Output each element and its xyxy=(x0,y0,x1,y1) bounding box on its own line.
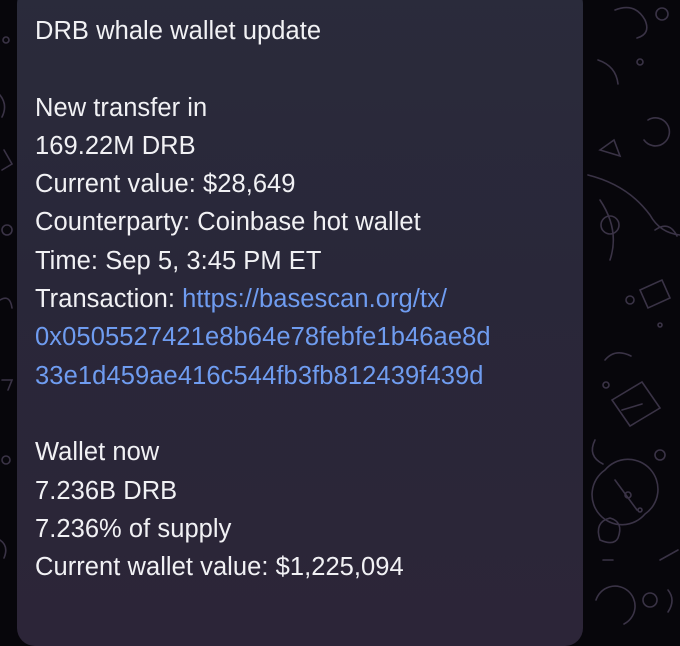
message-bubble: DRB whale wallet update New transfer in … xyxy=(17,0,583,646)
transaction-label: Transaction: xyxy=(35,285,183,314)
transaction-link[interactable]: https://basescan.org/tx/ xyxy=(182,285,447,313)
supply-share: 7.236% of supply xyxy=(35,514,232,543)
transaction-link-hash-part1[interactable]: 0x0505527421e8b64e78febfe1b46ae8d xyxy=(35,318,583,356)
current-value: Current value: $28,649 xyxy=(35,170,296,199)
wallet-amount: 7.236B DRB xyxy=(35,476,178,505)
wallet-heading: Wallet now xyxy=(35,438,160,467)
transfer-time: Time: Sep 5, 3:45 PM ET xyxy=(35,246,322,275)
transaction-link-hash-part2[interactable]: 33e1d459ae416c544fb3fb812439f439d xyxy=(35,357,583,395)
counterparty: Counterparty: Coinbase hot wallet xyxy=(35,208,421,237)
transfer-amount: 169.22M DRB xyxy=(35,131,196,160)
transfer-heading: New transfer in xyxy=(35,93,208,122)
wallet-value: Current wallet value: $1,225,094 xyxy=(35,553,404,582)
message-title: DRB whale wallet update xyxy=(35,17,322,45)
transaction-row: Transaction: https://basescan.org/tx/ xyxy=(35,280,583,318)
